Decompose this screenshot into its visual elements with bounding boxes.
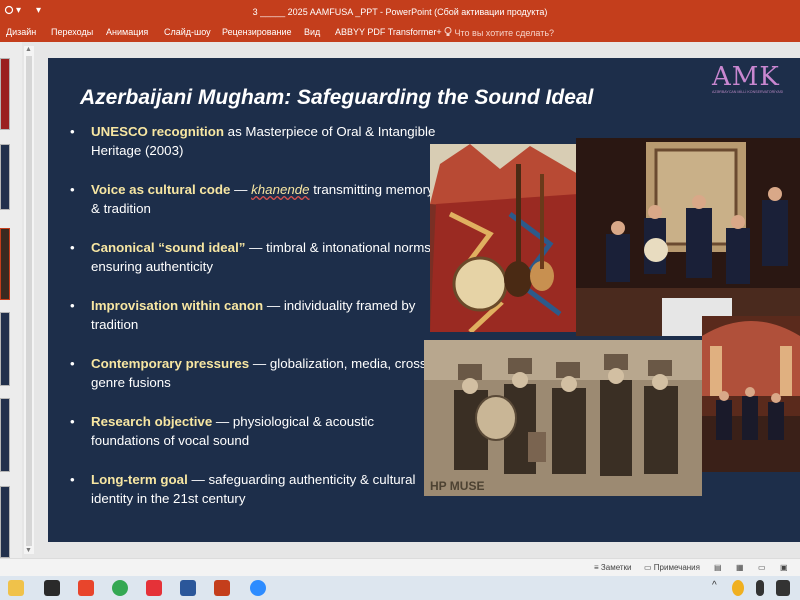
bullet-icon: • (70, 298, 75, 313)
scroll-down-icon[interactable]: ▼ (25, 547, 32, 554)
bullet-item: • Long-term goal — safeguarding authentic… (70, 472, 416, 506)
tell-me-search[interactable]: Что вы хотите сделать? (444, 27, 554, 38)
powerpoint-icon[interactable] (214, 580, 230, 596)
mail-icon[interactable] (44, 580, 60, 596)
slide-thumbnail[interactable] (0, 486, 10, 558)
bullet-icon: • (70, 472, 75, 487)
bullet-icon: • (70, 240, 75, 255)
app-icon[interactable] (146, 580, 162, 596)
tab-animations[interactable]: Анимация (106, 27, 148, 37)
comments-label: Примечания (653, 563, 700, 572)
normal-view-icon[interactable]: ▤ (714, 563, 722, 572)
historical-ensemble-photo[interactable]: HP MUSE (424, 340, 702, 496)
status-bar: ≡ Заметки ▭ Примечания ▤ ▦ ▭ ▣ (0, 558, 800, 577)
title-bar: ▾ ▾ 3 _____ 2025 AAMFUSA _PPT - PowerPoi… (0, 0, 800, 24)
scroll-up-icon[interactable]: ▲ (25, 46, 32, 53)
theatre-ensemble-photo[interactable] (702, 316, 800, 472)
ribbon-tabs: Дизайн Переходы Анимация Слайд-шоу Рецен… (0, 24, 800, 42)
window-title: 3 _____ 2025 AAMFUSA _PPT - PowerPoint (… (252, 7, 548, 17)
battery-icon[interactable] (776, 580, 790, 596)
comment-icon: ▭ (644, 563, 652, 572)
bullet-item: • Research objective — physiological & ac… (70, 414, 375, 448)
comments-button[interactable]: ▭ Примечания (644, 563, 700, 572)
slide-thumbnails-pane[interactable] (0, 42, 22, 558)
office-icon[interactable] (78, 580, 94, 596)
bullet-list[interactable]: • UNESCO recognition as Masterpiece of Or… (66, 122, 436, 528)
bullet-item: • Voice as cultural code — khanende trans… (70, 182, 434, 216)
microphone-icon[interactable] (756, 580, 764, 596)
slide-thumbnail[interactable] (0, 398, 10, 472)
tab-view[interactable]: Вид (304, 27, 320, 37)
tell-me-label: Что вы хотите сделать? (454, 28, 555, 38)
tab-slideshow[interactable]: Слайд-шоу (164, 27, 211, 37)
chevron-up-icon[interactable]: ^ (712, 580, 722, 596)
photo-watermark: HP MUSE (430, 479, 484, 493)
instruments-photo[interactable] (430, 144, 578, 332)
bullet-item: • Canonical “sound ideal” — timbral & int… (70, 240, 431, 274)
slide-thumbnail[interactable] (0, 144, 10, 210)
logo-text: AMK (712, 62, 780, 92)
bullet-item: • Contemporary pressures — globalization,… (70, 356, 431, 390)
slide-sorter-icon[interactable]: ▦ (736, 563, 744, 572)
notes-button[interactable]: ≡ Заметки (594, 563, 632, 572)
scrollbar-thumb[interactable] (26, 56, 32, 546)
tab-design[interactable]: Дизайн (6, 27, 36, 37)
logo-subtext: AZƏRBAYCAN MİLLİ KONSERVATORİYASI (712, 90, 784, 94)
tab-transitions[interactable]: Переходы (51, 27, 93, 37)
tab-review[interactable]: Рецензирование (222, 27, 292, 37)
slide-canvas[interactable]: Azerbaijani Mugham: Safeguarding the Sou… (48, 58, 800, 542)
ensemble-stage-photo[interactable] (576, 138, 800, 336)
lightbulb-icon (444, 27, 452, 36)
file-explorer-icon[interactable] (8, 580, 24, 596)
bullet-item: • Improvisation within canon — individual… (70, 298, 416, 332)
slide-thumbnail[interactable] (0, 58, 10, 130)
bullet-icon: • (70, 124, 75, 139)
chrome-icon[interactable] (112, 580, 128, 596)
bullet-item: • UNESCO recognition as Masterpiece of Or… (70, 124, 436, 158)
khanende-term: khanende (251, 182, 310, 197)
bullet-icon: • (70, 182, 75, 197)
slide-thumbnail[interactable] (0, 228, 10, 300)
notes-label: Заметки (600, 563, 632, 572)
slideshow-view-icon[interactable]: ▣ (780, 563, 788, 572)
slide-thumbnail[interactable] (0, 312, 10, 386)
bullet-icon: • (70, 356, 75, 371)
taskbar: ^ (0, 576, 800, 600)
bullet-icon: • (70, 414, 75, 429)
notes-icon: ≡ (594, 563, 599, 572)
tab-abbyy[interactable]: ABBYY PDF Transformer+ (335, 27, 442, 37)
slide-title[interactable]: Azerbaijani Mugham: Safeguarding the Sou… (80, 86, 593, 110)
thumbnails-scrollbar[interactable]: ▲ ▼ (24, 46, 34, 554)
word-icon[interactable] (180, 580, 196, 596)
zoom-icon[interactable] (250, 580, 266, 596)
reading-view-icon[interactable]: ▭ (758, 563, 766, 572)
amk-logo: AMK AZƏRBAYCAN MİLLİ KONSERVATORİYASI (712, 62, 800, 98)
weather-icon[interactable] (732, 580, 744, 596)
